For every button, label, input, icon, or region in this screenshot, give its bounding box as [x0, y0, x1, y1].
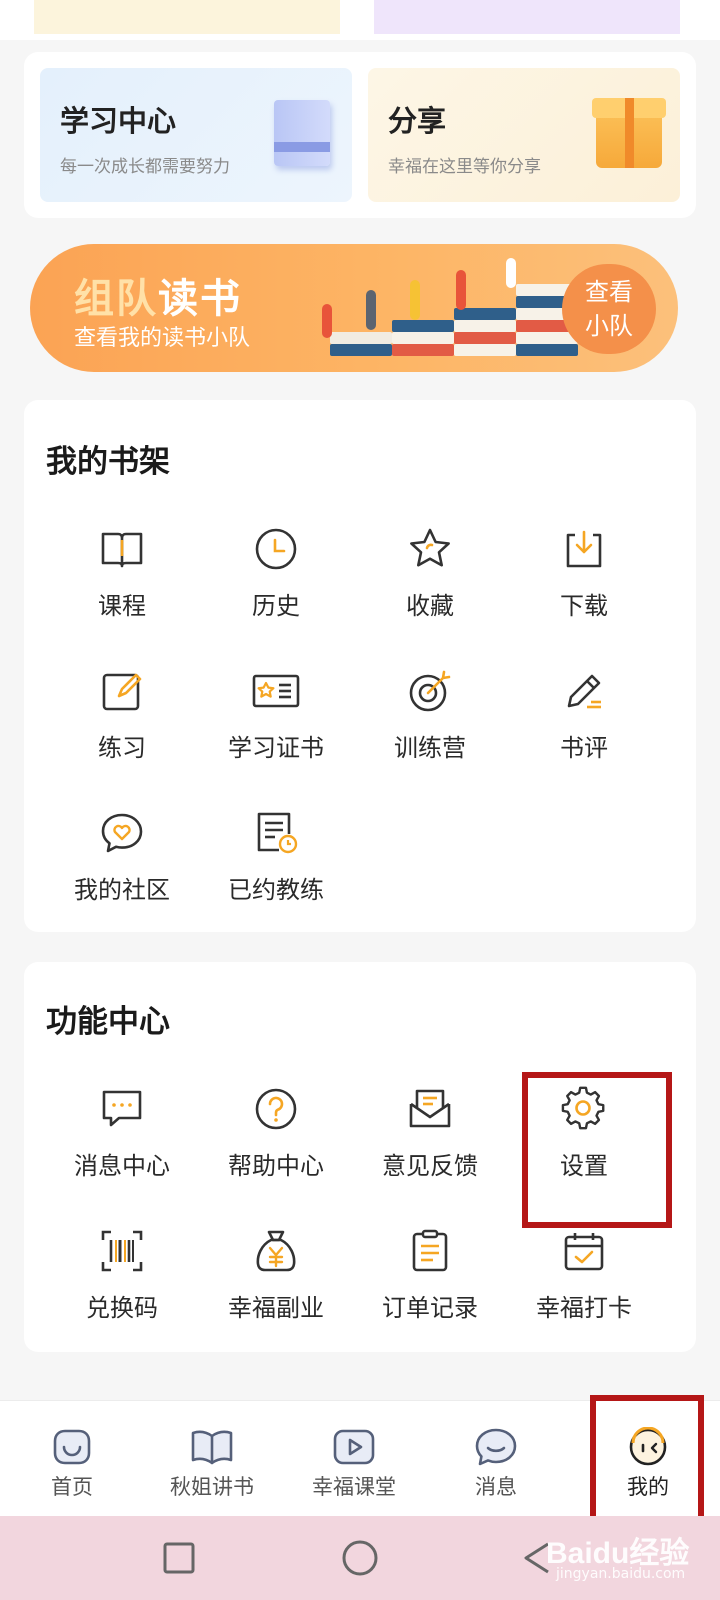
bookshelf-item-label: 历史	[252, 592, 300, 620]
promo-section: 学习中心 每一次成长都需要努力 分享 幸福在这里等你分享	[24, 52, 696, 218]
tab-home[interactable]: 首页	[0, 1401, 144, 1517]
pen-icon	[567, 674, 601, 709]
bookshelf-item-label: 训练营	[394, 734, 466, 762]
function-item-redeem[interactable]: 兑换码	[44, 1228, 200, 1338]
heart-chat-icon	[101, 813, 143, 853]
bookshelf-item-favorites[interactable]: 收藏	[352, 526, 508, 636]
function-item-label: 帮助中心	[228, 1152, 324, 1180]
banner-subtitle: 查看我的读书小队	[74, 326, 251, 351]
bookshelf-item-history[interactable]: 历史	[198, 526, 354, 636]
function-item-side-business[interactable]: 幸福副业	[198, 1228, 354, 1338]
function-item-help[interactable]: 帮助中心	[198, 1086, 354, 1196]
function-item-label: 兑换码	[86, 1294, 158, 1322]
view-team-button-line2: 小队	[585, 312, 633, 340]
book-illustration-icon	[274, 100, 330, 166]
profile-tab-highlight-box	[590, 1395, 704, 1533]
bookshelf-item-label: 课程	[98, 592, 146, 620]
function-item-checkin[interactable]: 幸福打卡	[506, 1228, 662, 1338]
tab-label: 秋姐讲书	[170, 1475, 254, 1499]
team-reading-banner[interactable]: 组队读书 查看我的读书小队 查看 小队	[30, 244, 678, 372]
clipboard-icon	[412, 1229, 448, 1272]
bookshelf-item-label: 已约教练	[228, 876, 324, 904]
bookshelf-item-label: 下载	[560, 592, 608, 620]
function-item-label: 消息中心	[74, 1152, 170, 1180]
bookshelf-card: 我的书架 课程 历史 收藏 下载 练习 学习证书 训练营 书评 我的社区 已约教…	[24, 400, 696, 932]
banner-title-rest: 读书	[158, 276, 242, 322]
open-book-icon	[101, 532, 143, 568]
bookshelf-item-community[interactable]: 我的社区	[44, 810, 200, 920]
bookshelf-item-practice[interactable]: 练习	[44, 668, 200, 778]
barcode-icon	[101, 1230, 143, 1272]
function-item-messages[interactable]: 消息中心	[44, 1086, 200, 1196]
bookshelf-item-courses[interactable]: 课程	[44, 526, 200, 636]
function-item-label: 幸福打卡	[536, 1294, 632, 1322]
bookshelf-item-coach[interactable]: 已约教练	[198, 810, 354, 920]
baidu-watermark-url: jingyan.baidu.com	[556, 1566, 686, 1582]
play-icon	[333, 1429, 375, 1465]
bookshelf-item-camp[interactable]: 训练营	[352, 668, 508, 778]
bookshelf-item-label: 我的社区	[74, 876, 170, 904]
clock-icon	[255, 528, 297, 570]
tab-label: 首页	[51, 1475, 93, 1499]
function-item-orders[interactable]: 订单记录	[352, 1228, 508, 1338]
function-center-title: 功能中心	[46, 1004, 170, 1040]
certificate-icon	[252, 674, 300, 708]
function-item-label: 订单记录	[382, 1294, 478, 1322]
function-item-label: 幸福副业	[228, 1294, 324, 1322]
edit-icon	[102, 673, 142, 711]
tab-book-talk[interactable]: 秋姐讲书	[140, 1401, 284, 1517]
banner-title: 组队读书	[74, 266, 242, 324]
message-icon	[102, 1090, 142, 1127]
bookshelf-item-downloads[interactable]: 下载	[506, 526, 662, 636]
help-icon	[255, 1088, 297, 1130]
schedule-doc-icon	[257, 812, 298, 854]
bookshelf-item-label: 书评	[560, 734, 608, 762]
bookshelf-item-label: 练习	[98, 734, 146, 762]
view-team-button-line1: 查看	[585, 278, 633, 306]
download-icon	[566, 530, 602, 568]
money-bag-icon	[256, 1230, 296, 1272]
function-item-feedback[interactable]: 意见反馈	[352, 1086, 508, 1196]
bookshelf-title: 我的书架	[46, 444, 170, 480]
recent-apps-button[interactable]	[144, 1516, 216, 1600]
bookshelf-item-label: 学习证书	[228, 734, 324, 762]
tab-label: 幸福课堂	[312, 1475, 396, 1499]
bookshelf-item-label: 收藏	[406, 592, 454, 620]
star-icon	[410, 528, 450, 567]
target-icon	[409, 670, 451, 712]
study-center-card[interactable]: 学习中心 每一次成长都需要努力	[40, 68, 352, 202]
bookshelf-item-certificate[interactable]: 学习证书	[198, 668, 354, 778]
square-icon	[163, 1542, 195, 1574]
mail-icon	[409, 1089, 451, 1128]
tab-messages[interactable]: 消息	[424, 1401, 568, 1517]
chat-icon	[475, 1428, 517, 1466]
top-card-right[interactable]	[374, 0, 680, 34]
home-button[interactable]	[324, 1516, 396, 1600]
top-card-left[interactable]	[34, 0, 340, 34]
banner-title-accent: 组队	[74, 276, 158, 322]
function-item-label: 意见反馈	[382, 1152, 478, 1180]
home-icon	[53, 1429, 91, 1465]
gift-box-icon	[592, 98, 666, 168]
calendar-check-icon	[564, 1233, 604, 1271]
share-card[interactable]: 分享 幸福在这里等你分享	[368, 68, 680, 202]
settings-highlight-box	[522, 1072, 672, 1228]
circle-icon	[342, 1540, 378, 1576]
book-icon	[191, 1430, 233, 1465]
bookshelf-item-review[interactable]: 书评	[506, 668, 662, 778]
view-team-button[interactable]: 查看 小队	[562, 264, 656, 354]
tab-label: 消息	[475, 1475, 517, 1499]
tab-class[interactable]: 幸福课堂	[282, 1401, 426, 1517]
